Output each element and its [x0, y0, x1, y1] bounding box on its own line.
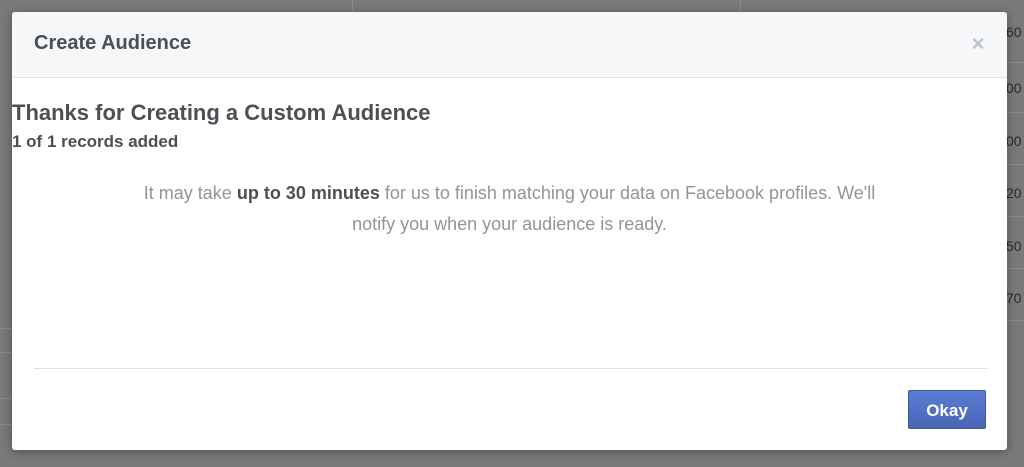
background-row-number: 00	[1006, 80, 1022, 96]
dialog-title: Create Audience	[34, 32, 192, 54]
background-row-number: 70	[1006, 290, 1022, 306]
background-row-number: 20	[1006, 185, 1022, 201]
confirmation-headline: Thanks for Creating a Custom Audience	[12, 100, 431, 125]
processing-message: It may take up to 30 minutes for us to f…	[142, 178, 877, 240]
close-icon[interactable]: ×	[967, 33, 989, 55]
background-row-number: 00	[1006, 133, 1022, 149]
create-audience-dialog: Create Audience × Thanks for Creating a …	[12, 12, 1007, 450]
records-added-count: 1 of 1 records added	[12, 132, 179, 151]
message-emphasis: up to 30 minutes	[236, 183, 380, 203]
message-text: for us to finish matching your data on F…	[352, 183, 876, 234]
message-text: It may take	[143, 183, 237, 203]
okay-button[interactable]: Okay	[908, 390, 986, 429]
dialog-header: Create Audience ×	[12, 12, 1007, 78]
background-row-number: 50	[1006, 238, 1022, 254]
background-row-number: 60	[1006, 24, 1022, 40]
footer-divider	[34, 368, 987, 369]
